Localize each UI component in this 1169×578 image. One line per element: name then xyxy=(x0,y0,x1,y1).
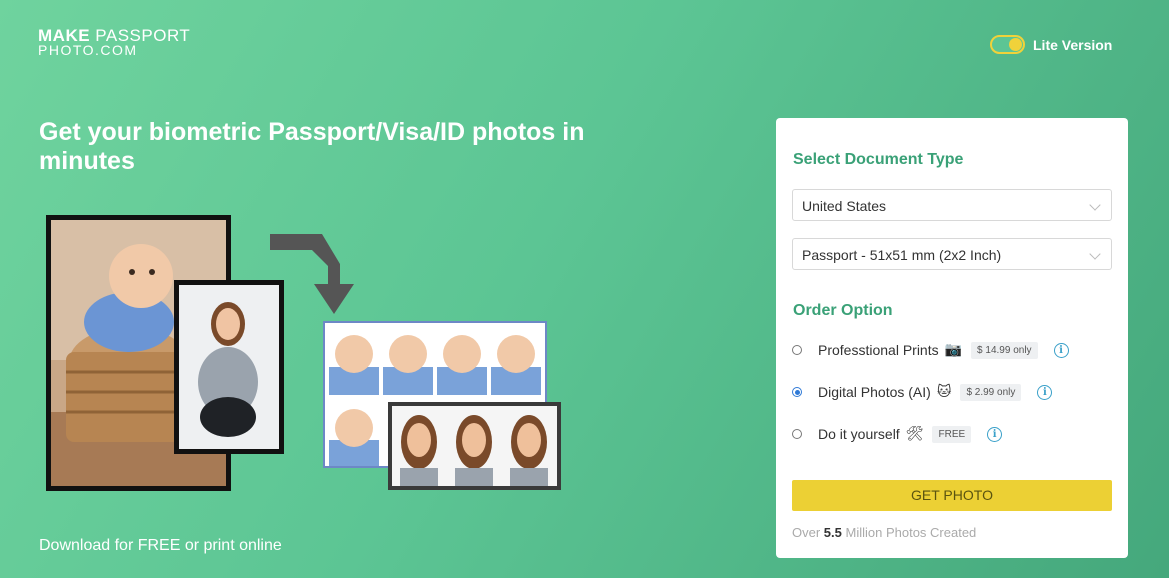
stats-prefix: Over xyxy=(792,525,821,540)
order-option-heading: Order Option xyxy=(793,302,893,319)
info-icon[interactable]: i xyxy=(1053,342,1069,358)
radio-digital-photos[interactable] xyxy=(792,387,802,397)
stats-value: 5.5 xyxy=(823,525,842,540)
toggle-switch[interactable] xyxy=(990,35,1025,54)
info-icon[interactable]: i xyxy=(987,426,1003,442)
price-badge: $ 14.99 only xyxy=(971,341,1038,359)
toggle-knob xyxy=(1009,38,1022,51)
photos-created-stat: Over 5.5 Million Photos Created xyxy=(792,525,976,540)
radio-professional-prints[interactable] xyxy=(792,345,802,355)
document-select-value: Passport - 51x51 mm (2x2 Inch) xyxy=(802,247,1002,263)
hero-headline: Get your biometric Passport/Visa/ID phot… xyxy=(39,118,585,175)
logo-domain: PHOTO.COM xyxy=(38,42,138,58)
country-select-value: United States xyxy=(802,198,887,214)
price-badge: $ 2.99 only xyxy=(960,383,1022,401)
chevron-down-icon xyxy=(1089,199,1101,211)
document-select[interactable]: Passport - 51x51 mm (2x2 Inch) xyxy=(792,238,1112,270)
get-photo-button[interactable]: GET PHOTO xyxy=(792,480,1112,511)
option-professional-prints[interactable]: Professtional Prints 📷 $ 14.99 only i xyxy=(792,340,1069,360)
option-label: Digital Photos (AI) xyxy=(818,384,931,400)
option-do-it-yourself[interactable]: Do it yourself 🛠 FREE i xyxy=(792,424,1003,444)
country-select[interactable]: United States xyxy=(792,189,1112,221)
document-type-heading: Select Document Type xyxy=(793,151,964,168)
radio-do-it-yourself[interactable] xyxy=(792,429,802,439)
stats-suffix: Million Photos Created xyxy=(845,525,977,540)
passport-photo-illustration xyxy=(46,215,561,491)
price-badge: FREE xyxy=(932,425,972,443)
tools-icon: 🛠 xyxy=(905,426,924,442)
info-icon[interactable]: i xyxy=(1037,384,1053,400)
option-label: Professtional Prints xyxy=(818,342,939,358)
site-logo[interactable]: MAKE PASSPORT PHOTO.COM xyxy=(38,27,190,57)
camera-icon: 📷 xyxy=(944,342,963,358)
chevron-down-icon xyxy=(1089,248,1101,260)
option-label: Do it yourself xyxy=(818,426,900,442)
lite-version-label: Lite Version xyxy=(1033,36,1113,53)
cat-face-icon: 🐱 xyxy=(936,384,952,400)
hero-footer-text: Download for FREE or print online xyxy=(39,537,282,554)
option-digital-photos[interactable]: Digital Photos (AI) 🐱 $ 2.99 only i xyxy=(792,382,1053,402)
order-form-card: Select Document Type United States Passp… xyxy=(776,118,1128,558)
lite-version-toggle[interactable]: Lite Version xyxy=(990,35,1112,54)
